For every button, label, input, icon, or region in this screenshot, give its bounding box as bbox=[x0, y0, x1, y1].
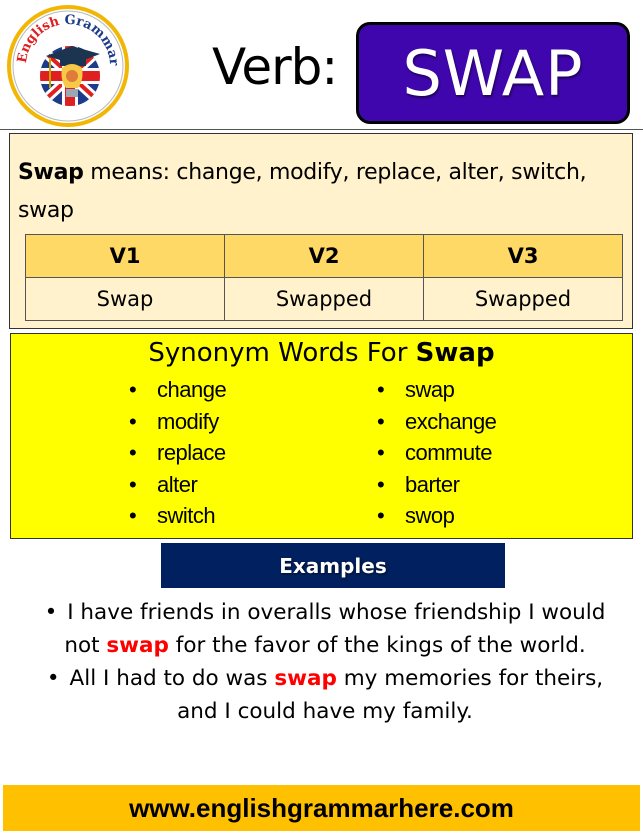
table-header-row: V1 V2 V3 bbox=[25, 234, 623, 278]
list-item: modify bbox=[129, 406, 226, 438]
cell-v3: Swapped bbox=[423, 277, 623, 321]
list-item: barter bbox=[377, 469, 496, 501]
list-item: swap bbox=[377, 374, 496, 406]
list-item: commute bbox=[377, 437, 496, 469]
synonyms-list-left: change modify replace alter switch bbox=[129, 374, 227, 532]
cell-v2: Swapped bbox=[224, 277, 424, 321]
header-v2: V2 bbox=[224, 234, 424, 278]
bullet-icon: • bbox=[44, 600, 58, 625]
footer-bar: www.englishgrammarhere.com bbox=[3, 785, 640, 831]
header-v1: V1 bbox=[25, 234, 225, 278]
meaning-definition: means: change, modify, replace, alter, s… bbox=[18, 160, 587, 223]
logo-badge-icon: English Grammar Here.Com bbox=[0, 0, 129, 127]
verb-label: Verb: bbox=[212, 38, 338, 96]
header-divider bbox=[0, 129, 643, 130]
example-highlight: swap bbox=[274, 666, 337, 691]
examples-heading: Examples bbox=[161, 543, 505, 588]
meaning-word: Swap bbox=[18, 160, 84, 185]
list-item: swop bbox=[377, 500, 496, 532]
examples-label: Examples bbox=[279, 553, 387, 578]
website-link[interactable]: www.englishgrammarhere.com bbox=[129, 793, 514, 824]
list-item: replace bbox=[129, 437, 226, 469]
example-sentence: • All I had to do was swap my memories fo… bbox=[25, 662, 625, 728]
example-text-before: All I had to do was bbox=[69, 666, 275, 691]
verb-word-box: SWAP bbox=[356, 22, 630, 124]
list-item: alter bbox=[129, 469, 226, 501]
synonyms-title-prefix: Synonym Words For bbox=[148, 338, 416, 368]
synonyms-title-word: Swap bbox=[415, 338, 495, 368]
list-item: exchange bbox=[377, 406, 497, 438]
list-item: change bbox=[129, 374, 227, 406]
examples-list: • I have friends in overalls whose friend… bbox=[25, 596, 625, 728]
synonyms-list-right: swap exchange commute barter swop bbox=[377, 374, 497, 532]
verb-word: SWAP bbox=[402, 36, 584, 110]
example-text-after: for the favor of the kings of the world. bbox=[168, 633, 586, 658]
site-logo: English Grammar Here.Com bbox=[0, 0, 130, 128]
meaning-panel: Swap means: change, modify, replace, alt… bbox=[9, 133, 633, 329]
bullet-icon: • bbox=[46, 666, 60, 691]
verb-forms-table: V1 V2 V3 Swap Swapped Swapped bbox=[25, 234, 623, 321]
example-sentence: • I have friends in overalls whose friend… bbox=[25, 596, 625, 662]
synonyms-title: Synonym Words For Swap bbox=[11, 338, 632, 368]
cell-v1: Swap bbox=[25, 277, 225, 321]
synonyms-panel: Synonym Words For Swap change modify rep… bbox=[10, 333, 633, 539]
list-item: switch bbox=[129, 500, 226, 532]
example-highlight: swap bbox=[106, 633, 169, 658]
header-v3: V3 bbox=[423, 234, 623, 278]
meaning-text: Swap means: change, modify, replace, alt… bbox=[18, 154, 628, 230]
table-row: Swap Swapped Swapped bbox=[25, 277, 623, 321]
